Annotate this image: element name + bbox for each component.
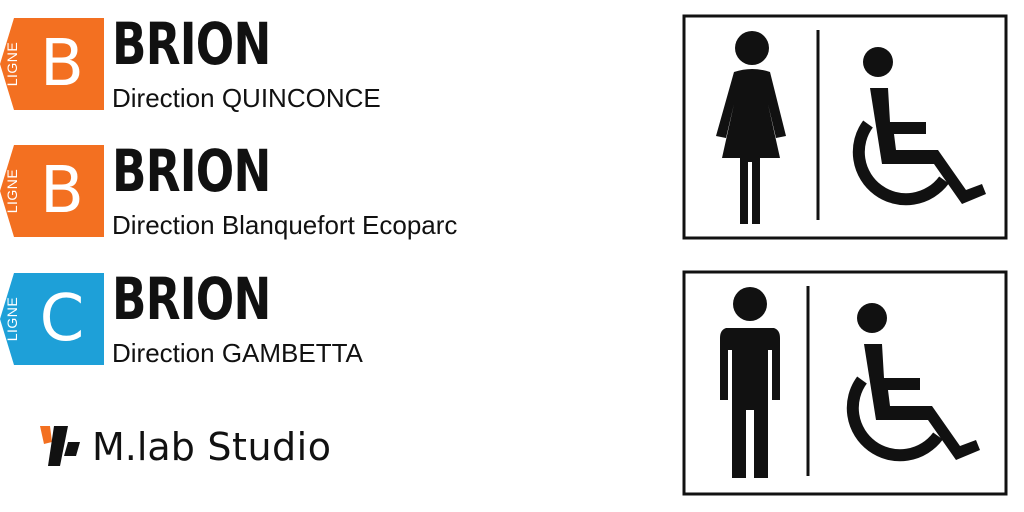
line-badge-letter: B xyxy=(40,154,84,228)
line-badge-letter: C xyxy=(39,282,85,356)
restroom-sign-women xyxy=(682,14,1008,240)
line-sign-b-blanquefort: LIGNE B BRION Direction Blanquefort Ecop… xyxy=(0,137,560,245)
mlab-studio-logo: M.lab Studio xyxy=(36,418,336,474)
line-badge-ligne-label: LIGNE xyxy=(4,168,20,214)
line-badge: LIGNE C xyxy=(0,273,104,365)
brand-name: M.lab xyxy=(92,425,195,469)
restroom-sign-men xyxy=(682,270,1008,496)
stop-name: BRION xyxy=(112,137,271,205)
line-sign-b-quinconce: LIGNE B BRION Direction QUINCONCE xyxy=(0,10,560,118)
direction-label: Direction QUINCONCE xyxy=(112,83,381,113)
mlab-logo-icon xyxy=(40,426,80,466)
line-badge-ligne-label: LIGNE xyxy=(4,41,20,87)
restroom-sign-women-graphic xyxy=(682,14,1008,240)
stop-name: BRION xyxy=(112,10,271,78)
line-badge: LIGNE B xyxy=(0,18,104,110)
line-badge: LIGNE B xyxy=(0,145,104,237)
line-badge-ligne-label: LIGNE xyxy=(4,296,20,342)
brand-wordmark: M.lab Studio xyxy=(92,424,331,470)
stop-name: BRION xyxy=(112,265,271,333)
line-sign-c-gambetta: LIGNE C BRION Direction GAMBETTA xyxy=(0,265,560,373)
line-badge-letter: B xyxy=(40,27,84,101)
restroom-sign-men-graphic xyxy=(682,270,1008,496)
direction-label: Direction Blanquefort Ecoparc xyxy=(112,210,458,240)
direction-label: Direction GAMBETTA xyxy=(112,338,363,368)
brand-suffix: Studio xyxy=(194,425,332,469)
